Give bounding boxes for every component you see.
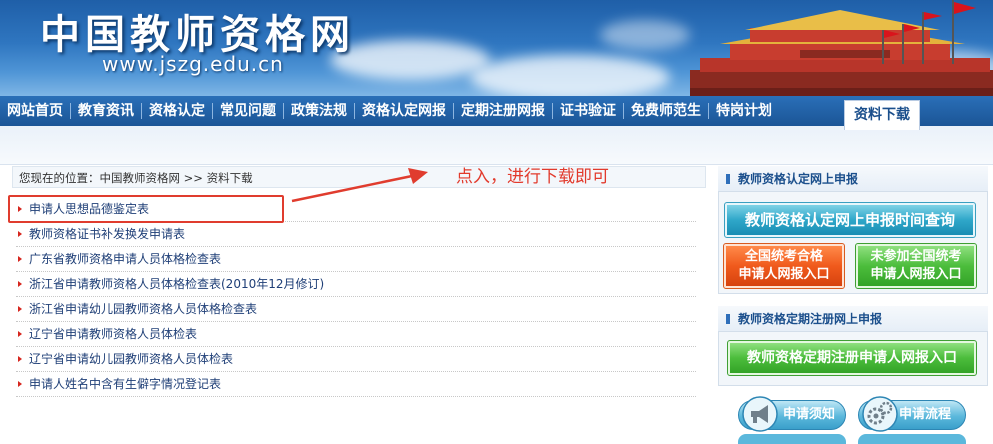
site-url: www.jszg.edu.cn: [102, 52, 284, 76]
cert-section-title: 教师资格认定网上申报: [718, 166, 988, 192]
exam-not-taken-line1: 未参加全国统考: [870, 249, 962, 264]
nav-item-verify[interactable]: 证书验证: [553, 103, 624, 119]
exam-passed-line2: 申请人网报入口: [738, 267, 830, 282]
application-process-label: 申请流程: [899, 407, 952, 422]
bullet-arrow-icon: [18, 356, 22, 362]
nav-item-downloads-active[interactable]: 资料下载: [844, 100, 920, 130]
bullet-arrow-icon: [18, 256, 22, 262]
breadcrumb-separator: >>: [183, 171, 203, 185]
bullet-arrow-icon: [18, 381, 22, 387]
partial-button[interactable]: [858, 434, 966, 444]
gears-icon: [862, 396, 898, 432]
download-item-zhejiang-kindergarten-physical[interactable]: 浙江省申请幼儿园教师资格人员体格检查表: [16, 297, 696, 322]
breadcrumb-home-link[interactable]: 中国教师资格网: [100, 171, 181, 185]
reg-section-title: 教师资格定期注册网上申报: [718, 306, 988, 332]
megaphone-icon: [742, 396, 778, 432]
application-notice-label: 申请须知: [783, 407, 836, 422]
header-banner: 中国教师资格网 www.jszg.edu.cn: [0, 0, 993, 96]
application-notice-button[interactable]: 申请须知: [738, 396, 846, 432]
nav-item-faq[interactable]: 常见问题: [213, 103, 284, 119]
bullet-arrow-icon: [18, 306, 22, 312]
periodic-registration-entry-button[interactable]: 教师资格定期注册申请人网报入口: [727, 340, 977, 376]
cert-time-query-button[interactable]: 教师资格认定网上申报时间查询: [724, 202, 976, 238]
download-item-liaoning-physical[interactable]: 辽宁省申请教师资格人员体检表: [16, 322, 696, 347]
nav-item-special-post[interactable]: 特岗计划: [709, 103, 779, 119]
download-item-rare-character[interactable]: 申请人姓名中含有生僻字情况登记表: [16, 372, 696, 397]
download-item-zhejiang-physical[interactable]: 浙江省申请教师资格人员体格检查表(2010年12月修订): [16, 272, 696, 297]
nav-item-news[interactable]: 教育资讯: [71, 103, 142, 119]
bullet-arrow-icon: [18, 281, 22, 287]
download-item-label[interactable]: 广东省教师资格申请人员体格检查表: [29, 252, 221, 266]
download-item-label[interactable]: 辽宁省申请幼儿园教师资格人员体检表: [29, 352, 233, 366]
download-item-label[interactable]: 申请人姓名中含有生僻字情况登记表: [29, 377, 221, 391]
breadcrumb-prefix: 您现在的位置：: [19, 171, 100, 185]
sub-bar: [0, 126, 993, 165]
download-item-certificate-reissue[interactable]: 教师资格证书补发换发申请表: [16, 222, 696, 247]
download-item-liaoning-kindergarten-physical[interactable]: 辽宁省申请幼儿园教师资格人员体检表: [16, 347, 696, 372]
partial-button[interactable]: [738, 434, 846, 444]
nav-list: 网站首页 教育资讯 资格认定 常见问题 政策法规 资格认定网报 定期注册网报 证…: [0, 96, 779, 126]
exam-not-taken-entry-button[interactable]: 未参加全国统考 申请人网报入口: [855, 243, 977, 289]
nav-item-certification[interactable]: 资格认定: [142, 103, 213, 119]
exam-passed-line1: 全国统考合格: [744, 249, 823, 264]
nav-item-free-normal[interactable]: 免费师范生: [624, 103, 709, 119]
annotation-text: 点入，进行下载即可: [456, 167, 609, 187]
download-item-label[interactable]: 浙江省申请幼儿园教师资格人员体格检查表: [29, 302, 257, 316]
nav-item-cert-apply[interactable]: 资格认定网报: [355, 103, 454, 119]
tiananmen-gate-image: [690, 0, 993, 96]
bullet-arrow-icon: [18, 331, 22, 337]
breadcrumb-current[interactable]: 资料下载: [207, 171, 253, 185]
annotation-highlight-box: [8, 195, 284, 223]
nav-item-policies[interactable]: 政策法规: [284, 103, 355, 119]
nav-item-home[interactable]: 网站首页: [0, 103, 71, 119]
application-process-button[interactable]: 申请流程: [858, 396, 966, 432]
exam-not-taken-line2: 申请人网报入口: [870, 267, 962, 282]
nav-item-registration[interactable]: 定期注册网报: [454, 103, 553, 119]
bullet-arrow-icon: [18, 231, 22, 237]
exam-passed-entry-button[interactable]: 全国统考合格 申请人网报入口: [723, 243, 845, 289]
download-item-guangdong-physical[interactable]: 广东省教师资格申请人员体格检查表: [16, 247, 696, 272]
download-item-label[interactable]: 浙江省申请教师资格人员体格检查表(2010年12月修订): [29, 277, 324, 291]
download-item-label[interactable]: 教师资格证书补发换发申请表: [29, 227, 185, 241]
download-item-label[interactable]: 辽宁省申请教师资格人员体检表: [29, 327, 197, 341]
